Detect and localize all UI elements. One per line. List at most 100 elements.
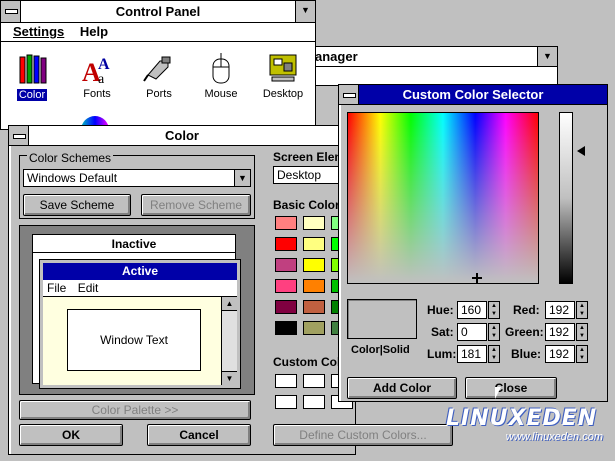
color-scheme-select[interactable]: Windows Default ▼ (23, 169, 251, 187)
basic-color-swatch[interactable] (303, 216, 325, 230)
screen-element-value: Desktop (277, 168, 322, 182)
add-color-button[interactable]: Add Color (347, 377, 457, 399)
cancel-button[interactable]: Cancel (147, 424, 251, 446)
color-dialog-title: Color (165, 128, 199, 143)
lum-spinner-icon[interactable]: ▲ ▼ (488, 345, 500, 363)
remove-scheme-button[interactable]: Remove Scheme (141, 194, 251, 216)
basic-color-swatch[interactable] (303, 237, 325, 251)
basic-color-swatch[interactable] (275, 216, 297, 230)
luminosity-bar[interactable] (559, 112, 573, 284)
basic-color-swatch[interactable] (303, 300, 325, 314)
color-scheme-value: Windows Default (27, 171, 118, 185)
minimize-arrow-icon[interactable]: ▼ (537, 47, 557, 66)
preview-menubar: File Edit (43, 280, 237, 297)
ok-button[interactable]: OK (19, 424, 123, 446)
menu-settings[interactable]: Settings (13, 24, 64, 39)
hue-spinner-icon[interactable]: ▲ ▼ (488, 301, 500, 319)
blue-input[interactable]: 192 (545, 345, 575, 363)
basic-color-swatch[interactable] (275, 321, 297, 335)
sat-spinner-icon[interactable]: ▲ ▼ (488, 323, 500, 341)
system-menu-icon[interactable] (339, 85, 359, 104)
hue-input[interactable]: 160 (457, 301, 487, 319)
system-menu-icon[interactable] (1, 1, 21, 22)
control-panel-menubar: Settings Help (13, 24, 120, 39)
custom-colors-label: Custom Colo (273, 355, 348, 369)
applet-fonts[interactable]: A A a Fonts (77, 51, 117, 100)
color-solid-preview (347, 299, 417, 339)
applet-mouse-label: Mouse (204, 88, 238, 100)
watermark-logo: LINUXEDEN www.linuxeden.com (446, 406, 611, 458)
applet-ports-label: Ports (146, 88, 172, 100)
control-panel-window[interactable]: Control Panel ▼ Settings Help Color A A … (0, 0, 316, 130)
color-dialog[interactable]: Color Color Schemes Windows Default ▼ Sa… (8, 125, 453, 455)
blue-spinner-icon[interactable]: ▲ ▼ (576, 345, 588, 363)
basic-color-swatch[interactable] (303, 321, 325, 335)
applet-ports[interactable]: Ports (139, 51, 179, 100)
custom-color-swatch[interactable] (303, 374, 325, 388)
preview-menu-edit: Edit (77, 281, 99, 295)
desktop-icon (269, 54, 297, 82)
preview-active-title: Active (43, 263, 237, 280)
green-spinner-icon[interactable]: ▲ ▼ (576, 323, 588, 341)
color-spectrum[interactable] (347, 112, 539, 284)
crosshair-icon[interactable] (472, 273, 482, 283)
preview-text-box: Window Text (67, 309, 201, 371)
background-manager-window[interactable]: anager ▼ (290, 46, 558, 86)
applet-color-label: Color (17, 89, 47, 101)
ports-icon (143, 56, 171, 82)
sat-input[interactable]: 0 (457, 323, 487, 341)
color-palette-button[interactable]: Color Palette >> (19, 400, 251, 420)
preview-inactive-title: Inactive (33, 235, 235, 253)
sat-label: Sat: (431, 325, 454, 339)
close-button[interactable]: Close (465, 377, 557, 399)
color-schemes-label: Color Schemes (27, 151, 114, 165)
basic-color-swatch[interactable] (303, 279, 325, 293)
basic-color-swatch[interactable] (275, 279, 297, 293)
scheme-preview: Inactive Active File Edit Window Text ▲ … (19, 225, 255, 395)
fonts-icon: A A a (82, 56, 110, 87)
dropdown-arrow-icon[interactable]: ▼ (234, 170, 250, 186)
basic-color-swatch[interactable] (275, 258, 297, 272)
svg-text:a: a (98, 72, 105, 85)
define-custom-colors-button[interactable]: Define Custom Colors... (273, 424, 453, 446)
applet-fonts-label: Fonts (83, 88, 111, 100)
red-input[interactable]: 192 (545, 301, 575, 319)
mouse-cursor-icon (495, 387, 501, 399)
preview-scrollbar: ▲ ▼ (221, 297, 237, 385)
lum-label: Lum: (427, 347, 457, 361)
basic-color-swatch[interactable] (275, 237, 297, 251)
red-spinner-icon[interactable]: ▲ ▼ (576, 301, 588, 319)
custom-color-swatch[interactable] (275, 374, 297, 388)
preview-window-text: Window Text (100, 333, 168, 347)
applet-color[interactable]: Color (17, 51, 57, 101)
custom-selector-title: Custom Color Selector (402, 87, 544, 102)
basic-color-swatch[interactable] (303, 258, 325, 272)
custom-color-selector[interactable]: Custom Color Selector Color|Solid Hue: 1… (338, 84, 608, 402)
basic-colors-label: Basic Colors (273, 198, 347, 212)
luminosity-arrow-icon[interactable] (577, 146, 585, 156)
preview-active-window: Active File Edit Window Text ▲ ▼ (39, 259, 241, 389)
green-input[interactable]: 192 (545, 323, 575, 341)
save-scheme-button[interactable]: Save Scheme (23, 194, 131, 216)
mouse-icon (212, 53, 230, 84)
lum-input[interactable]: 181 (457, 345, 487, 363)
svg-text:A: A (98, 56, 110, 73)
watermark-url: www.linuxeden.com (505, 431, 603, 443)
hue-label: Hue: (427, 303, 454, 317)
control-panel-title: Control Panel (115, 4, 201, 19)
applet-desktop[interactable]: Desktop (261, 51, 305, 100)
applet-desktop-label: Desktop (262, 88, 304, 100)
red-label: Red: (513, 303, 540, 317)
preview-menu-file: File (47, 281, 67, 295)
color-crayons-icon (19, 54, 47, 84)
custom-color-swatch[interactable] (275, 395, 297, 409)
system-menu-icon[interactable] (9, 126, 29, 145)
basic-color-swatch[interactable] (275, 300, 297, 314)
menu-help[interactable]: Help (80, 24, 108, 39)
applet-mouse[interactable]: Mouse (201, 51, 241, 100)
green-label: Green: (505, 325, 544, 339)
blue-label: Blue: (511, 347, 541, 361)
custom-color-swatch[interactable] (303, 395, 325, 409)
color-solid-label: Color|Solid (351, 344, 410, 356)
minimize-arrow-icon[interactable]: ▼ (295, 1, 315, 22)
